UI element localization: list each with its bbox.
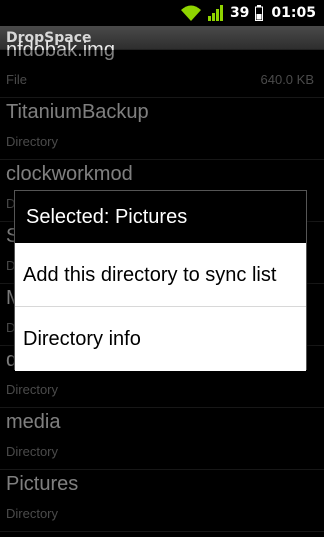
battery-level: 39 (229, 5, 250, 21)
directory-info-item[interactable]: Directory info (15, 307, 306, 371)
clock: 01:05 (271, 5, 316, 21)
add-to-sync-list-item[interactable]: Add this directory to sync list (15, 243, 306, 307)
signal-icon (207, 5, 223, 21)
context-menu-dialog: Selected: Pictures Add this directory to… (14, 190, 307, 371)
battery-icon (255, 5, 264, 21)
wifi-icon (180, 5, 201, 21)
dialog-title: Selected: Pictures (15, 191, 306, 243)
status-bar: 39 01:05 (0, 0, 324, 26)
